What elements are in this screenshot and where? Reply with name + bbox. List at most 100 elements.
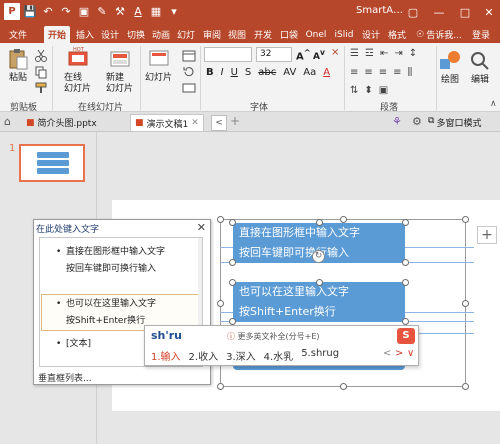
resize-handle[interactable] bbox=[217, 300, 224, 307]
tab-review[interactable]: 审阅 bbox=[200, 26, 224, 43]
resize-handle[interactable] bbox=[217, 383, 224, 390]
multi-window-toggle[interactable]: ⧉ 多窗口模式 bbox=[428, 116, 481, 129]
restore-icon[interactable]: ▢ bbox=[400, 0, 426, 24]
resize-handle[interactable] bbox=[340, 383, 347, 390]
text-pane-item[interactable]: • 直接在图形框中输入文字 bbox=[56, 244, 165, 260]
doc-tab-1[interactable]: ■ 简介头图.pptx bbox=[22, 114, 101, 131]
font-name-select[interactable] bbox=[204, 47, 252, 62]
change-case-icon[interactable]: Aa bbox=[303, 67, 316, 78]
ime-expand-icon[interactable]: ∨ bbox=[407, 348, 414, 359]
resize-handle[interactable] bbox=[229, 259, 236, 266]
tab-transitions[interactable]: 切换 bbox=[124, 26, 148, 43]
bold-icon[interactable]: B bbox=[206, 67, 214, 78]
decrease-indent-icon[interactable]: ⇤ bbox=[380, 48, 388, 59]
reset-icon[interactable] bbox=[182, 65, 196, 79]
close-icon[interactable]: ✕ bbox=[476, 0, 500, 24]
resize-handle[interactable] bbox=[462, 383, 469, 390]
font-color-icon[interactable]: A bbox=[130, 3, 146, 20]
ime-next-page-icon[interactable]: > bbox=[395, 348, 403, 359]
login-link[interactable]: 登录 bbox=[469, 26, 493, 43]
justify-icon[interactable]: ≡ bbox=[393, 67, 401, 78]
layout-name-link[interactable]: 垂直框列表... bbox=[38, 371, 92, 384]
start-slideshow-icon[interactable]: ▣ bbox=[76, 3, 92, 20]
bullets-icon[interactable]: ☰ bbox=[350, 48, 359, 59]
numbering-icon[interactable]: ☲ bbox=[365, 48, 374, 59]
resize-handle[interactable] bbox=[462, 216, 469, 223]
resize-handle[interactable] bbox=[462, 300, 469, 307]
resize-handle[interactable] bbox=[229, 219, 236, 226]
grow-font-icon[interactable]: A^ bbox=[296, 47, 311, 62]
font-size-select[interactable]: 32 bbox=[256, 47, 292, 62]
char-spacing-icon[interactable]: AV bbox=[283, 67, 296, 78]
slide-thumbnail[interactable] bbox=[19, 144, 85, 182]
pin-icon[interactable]: ⚘ bbox=[392, 115, 402, 128]
text-pane-item[interactable]: 按回车键即可换行输入 bbox=[66, 261, 156, 277]
new-tab-icon[interactable]: + bbox=[230, 114, 240, 128]
tab-developer[interactable]: 开发 bbox=[251, 26, 275, 43]
paint-icon[interactable]: ✎ bbox=[94, 3, 110, 20]
cut-icon[interactable] bbox=[34, 49, 48, 63]
home-icon[interactable]: ⌂ bbox=[4, 115, 11, 128]
tab-smartart-design[interactable]: 设计 bbox=[359, 26, 383, 43]
text-pane-item[interactable]: 按Shift+Enter换行 bbox=[66, 313, 145, 329]
ime-candidate[interactable]: 4.水乳 bbox=[264, 348, 294, 363]
tab-onekey[interactable]: Onel bbox=[303, 26, 329, 43]
resize-handle[interactable] bbox=[217, 216, 224, 223]
maximize-icon[interactable]: □ bbox=[452, 0, 478, 24]
layout-icon[interactable]: ▦ bbox=[148, 3, 164, 20]
tab-islide[interactable]: iSlid bbox=[331, 26, 357, 43]
tab-pocket[interactable]: 口袋 bbox=[277, 26, 301, 43]
tab-slideshow[interactable]: 幻灯 bbox=[174, 26, 198, 43]
text-direction-icon[interactable]: ⇅ bbox=[350, 85, 358, 96]
layout-icon[interactable] bbox=[182, 49, 196, 63]
format-painter-icon[interactable]: ⚒ bbox=[112, 3, 128, 20]
close-icon[interactable]: ✕ bbox=[197, 221, 206, 234]
tab-view[interactable]: 视图 bbox=[225, 26, 249, 43]
more-icon[interactable]: ▾ bbox=[166, 3, 182, 20]
increase-indent-icon[interactable]: ⇥ bbox=[394, 48, 402, 59]
italic-icon[interactable]: I bbox=[221, 67, 224, 78]
copy-icon[interactable] bbox=[34, 65, 48, 79]
ime-prev-page-icon[interactable]: < bbox=[383, 348, 391, 359]
minimize-icon[interactable]: — bbox=[426, 0, 452, 24]
font-color-icon[interactable]: A bbox=[323, 67, 330, 78]
resize-handle[interactable] bbox=[229, 318, 236, 325]
tab-insert[interactable]: 插入 bbox=[73, 26, 97, 43]
ime-hint[interactable]: ⓘ 更多英文补全(分号+E) bbox=[227, 331, 320, 342]
tab-format[interactable]: 格式 bbox=[385, 26, 409, 43]
shadow-icon[interactable]: S bbox=[245, 67, 251, 78]
smartart-box-2[interactable]: 也可以在这里输入文字 按Shift+Enter换行 bbox=[233, 282, 405, 322]
slides-button[interactable]: 幻灯片 bbox=[145, 47, 172, 84]
undo-icon[interactable]: ↶ bbox=[40, 3, 56, 20]
shrink-font-icon[interactable]: Av bbox=[313, 48, 325, 62]
align-text-icon[interactable]: ⬍ bbox=[364, 85, 372, 96]
tab-home[interactable]: 开始 bbox=[44, 26, 70, 43]
ime-candidate[interactable]: 2.收入 bbox=[189, 348, 219, 363]
doc-tab-2[interactable]: ■ 演示文稿1 ✕ bbox=[130, 114, 204, 131]
clear-format-icon[interactable]: ⨯ bbox=[331, 47, 339, 58]
resize-handle[interactable] bbox=[402, 279, 409, 286]
ime-candidate[interactable]: 3.深入 bbox=[226, 348, 256, 363]
align-left-icon[interactable]: ≡ bbox=[350, 67, 358, 78]
redo-icon[interactable]: ↷ bbox=[58, 3, 74, 20]
text-pane-item[interactable]: • 也可以在这里输入文字 bbox=[56, 296, 156, 312]
resize-handle[interactable] bbox=[402, 259, 409, 266]
paste-button[interactable]: 粘贴 bbox=[6, 47, 30, 84]
settings-icon[interactable]: ⚙ bbox=[412, 115, 422, 128]
add-shape-button[interactable]: + bbox=[477, 226, 497, 244]
ime-candidate[interactable]: 1.输入 bbox=[151, 348, 181, 363]
save-icon[interactable]: 💾 bbox=[22, 3, 38, 20]
resize-handle[interactable] bbox=[402, 219, 409, 226]
align-center-icon[interactable]: ≡ bbox=[364, 67, 372, 78]
collapse-text-pane-button[interactable]: < bbox=[211, 115, 227, 131]
resize-handle[interactable] bbox=[229, 279, 236, 286]
edit-button[interactable]: 编辑 bbox=[468, 49, 492, 86]
format-painter-icon[interactable] bbox=[34, 81, 48, 95]
line-spacing-icon[interactable]: ↕ bbox=[409, 48, 417, 59]
new-slide-button[interactable]: 新建 幻灯片 bbox=[106, 47, 133, 95]
align-right-icon[interactable]: ≡ bbox=[379, 67, 387, 78]
convert-smartart-icon[interactable]: ▣ bbox=[379, 85, 388, 96]
draw-button[interactable]: 绘图 bbox=[438, 49, 462, 86]
online-slide-button[interactable]: HOT 在线 幻灯片 bbox=[64, 47, 91, 95]
rotate-handle[interactable]: ↻ bbox=[312, 250, 325, 263]
